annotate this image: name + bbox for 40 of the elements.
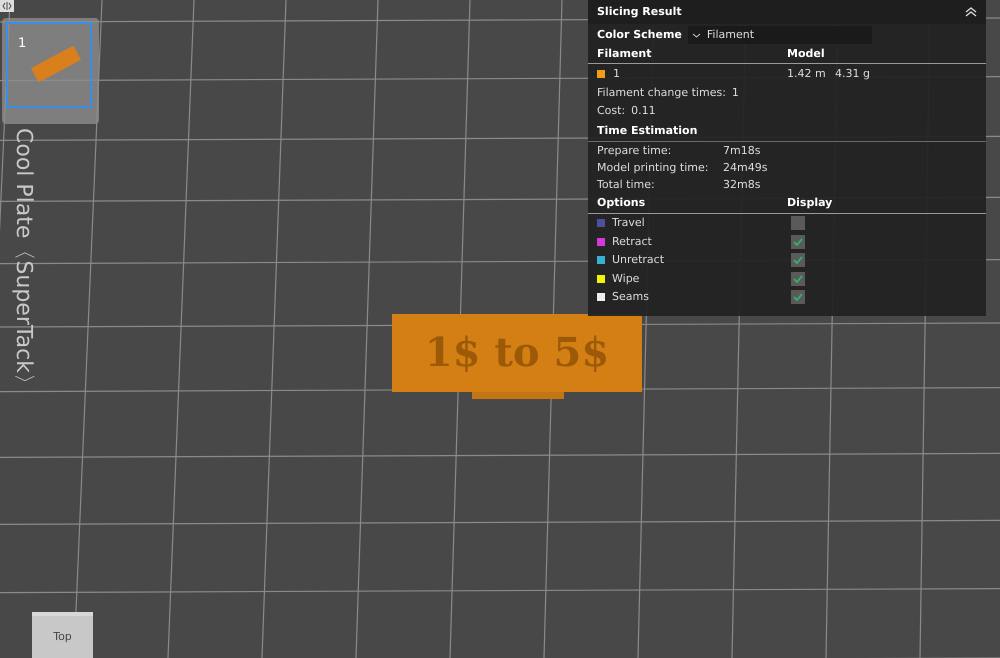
collapse-icon[interactable] xyxy=(965,7,977,17)
time-value: 32m8s xyxy=(723,177,760,194)
view-cube[interactable]: Top xyxy=(32,612,93,658)
option-label: Wipe xyxy=(612,270,640,286)
color-scheme-dropdown[interactable]: Filament xyxy=(688,26,872,44)
column-header: Model xyxy=(787,46,825,62)
option-label: Retract xyxy=(612,234,652,250)
filament-weight: 4.31 g xyxy=(835,66,870,82)
display-checkbox[interactable] xyxy=(791,234,805,249)
dropdown-value: Filament xyxy=(706,26,754,43)
option-label: Travel xyxy=(612,215,645,231)
time-label: Total time: xyxy=(597,177,656,194)
color-scheme-label: Color Scheme xyxy=(597,26,682,43)
section-title: Time Estimation xyxy=(597,122,698,138)
display-checkbox[interactable] xyxy=(791,272,805,286)
chevron-down-icon xyxy=(692,32,701,38)
model-icon xyxy=(28,46,84,82)
stat-value: 0.11 xyxy=(631,102,656,119)
display-checkbox[interactable] xyxy=(791,253,805,268)
time-label: Prepare time: xyxy=(597,143,672,160)
bed-label: Cool Plate〈SuperTack〉 xyxy=(10,128,36,395)
display-checkbox[interactable] xyxy=(791,290,805,304)
option-label: Seams xyxy=(612,289,649,305)
stat-value: 1 xyxy=(732,84,739,101)
stat-label: Cost: xyxy=(597,102,626,119)
column-header: Display xyxy=(787,195,832,212)
plate-thumbnail[interactable]: 1 xyxy=(6,22,92,108)
panel-title: Slicing Result xyxy=(597,4,682,20)
collapse-icon[interactable] xyxy=(0,0,14,12)
time-value: 24m49s xyxy=(723,160,768,176)
plate-number: 1 xyxy=(18,35,26,53)
filament-name: 1 xyxy=(613,66,620,82)
time-label: Model printing time: xyxy=(597,160,710,176)
option-label: Unretract xyxy=(612,252,664,268)
filament-length: 1.42 m xyxy=(787,66,827,82)
time-value: 7m18s xyxy=(723,143,760,160)
column-header: Filament xyxy=(597,46,652,62)
column-header: Options xyxy=(597,195,646,212)
stat-label: Filament change times: xyxy=(597,84,726,101)
display-checkbox[interactable] xyxy=(791,216,805,230)
